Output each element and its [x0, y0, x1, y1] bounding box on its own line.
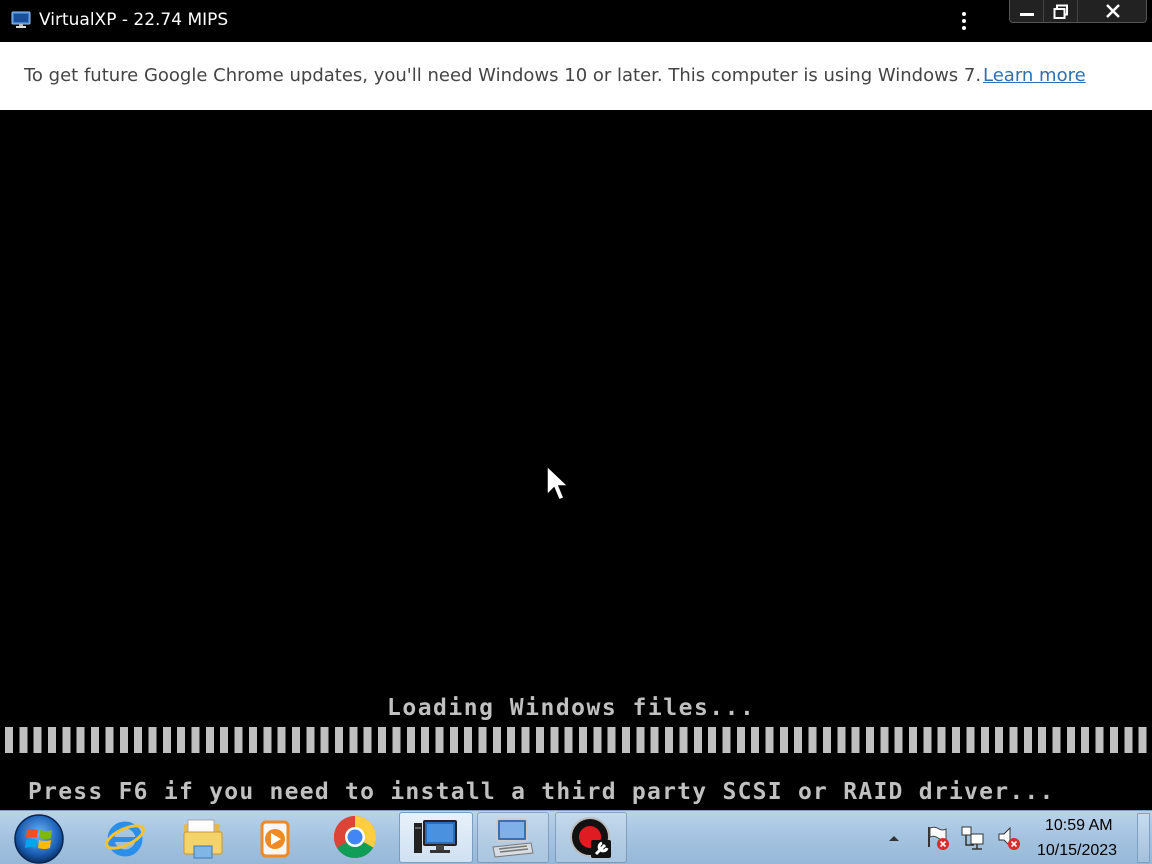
taskbar-record-tool[interactable] — [555, 812, 627, 863]
minimize-button[interactable] — [1010, 0, 1043, 22]
vm-display[interactable]: Loading Windows files... Press F6 if you… — [0, 110, 1152, 810]
more-options-icon[interactable] — [955, 9, 973, 35]
record-tool-icon — [570, 817, 611, 858]
taskbar-virtualxp[interactable] — [399, 812, 473, 863]
restore-button[interactable] — [1043, 0, 1078, 22]
restore-icon — [1053, 4, 1068, 19]
show-desktop-button[interactable] — [1137, 813, 1150, 863]
action-center-flag-icon[interactable] — [925, 825, 951, 851]
window-title: VirtualXP - 22.74 MIPS — [39, 10, 229, 30]
show-hidden-icons-arrow[interactable] — [887, 833, 901, 843]
on-screen-keyboard-icon — [492, 818, 534, 858]
taskbar-on-screen-keyboard[interactable] — [477, 812, 549, 863]
network-icon[interactable] — [960, 825, 986, 851]
virtualxp-icon — [414, 820, 457, 853]
setup-progress-bar — [5, 727, 1152, 753]
window-titlebar: VirtualXP - 22.74 MIPS — [0, 0, 1152, 42]
taskbar-file-explorer[interactable] — [166, 812, 238, 863]
clock-time[interactable]: 10:59 AM — [1045, 817, 1113, 835]
windows-start-orb-icon[interactable] — [12, 812, 66, 864]
taskbar-internet-explorer[interactable] — [88, 812, 160, 863]
mouse-pointer-icon — [546, 465, 570, 501]
media-player-icon — [260, 820, 290, 858]
close-button[interactable] — [1077, 0, 1148, 22]
chrome-icon — [333, 816, 377, 859]
loading-status-text: Loading Windows files... — [387, 695, 756, 721]
windows-taskbar: 10:59 AM 10/15/2023 — [0, 810, 1152, 864]
monitor-icon — [11, 11, 31, 28]
file-explorer-icon — [183, 819, 223, 859]
taskbar-chrome[interactable] — [320, 812, 392, 863]
infobar-message: To get future Google Chrome updates, you… — [24, 65, 982, 86]
minimize-icon — [1020, 13, 1034, 16]
f6-driver-prompt: Press F6 if you need to install a third … — [28, 779, 1055, 805]
learn-more-link[interactable]: Learn more — [983, 65, 1086, 86]
close-icon — [1106, 4, 1120, 18]
update-infobar: To get future Google Chrome updates, you… — [0, 42, 1152, 110]
taskbar-media-player[interactable] — [240, 812, 312, 863]
internet-explorer-icon — [105, 821, 145, 857]
window-controls — [1009, 0, 1147, 23]
clock-date[interactable]: 10/15/2023 — [1037, 842, 1117, 860]
volume-muted-icon[interactable] — [996, 825, 1022, 851]
